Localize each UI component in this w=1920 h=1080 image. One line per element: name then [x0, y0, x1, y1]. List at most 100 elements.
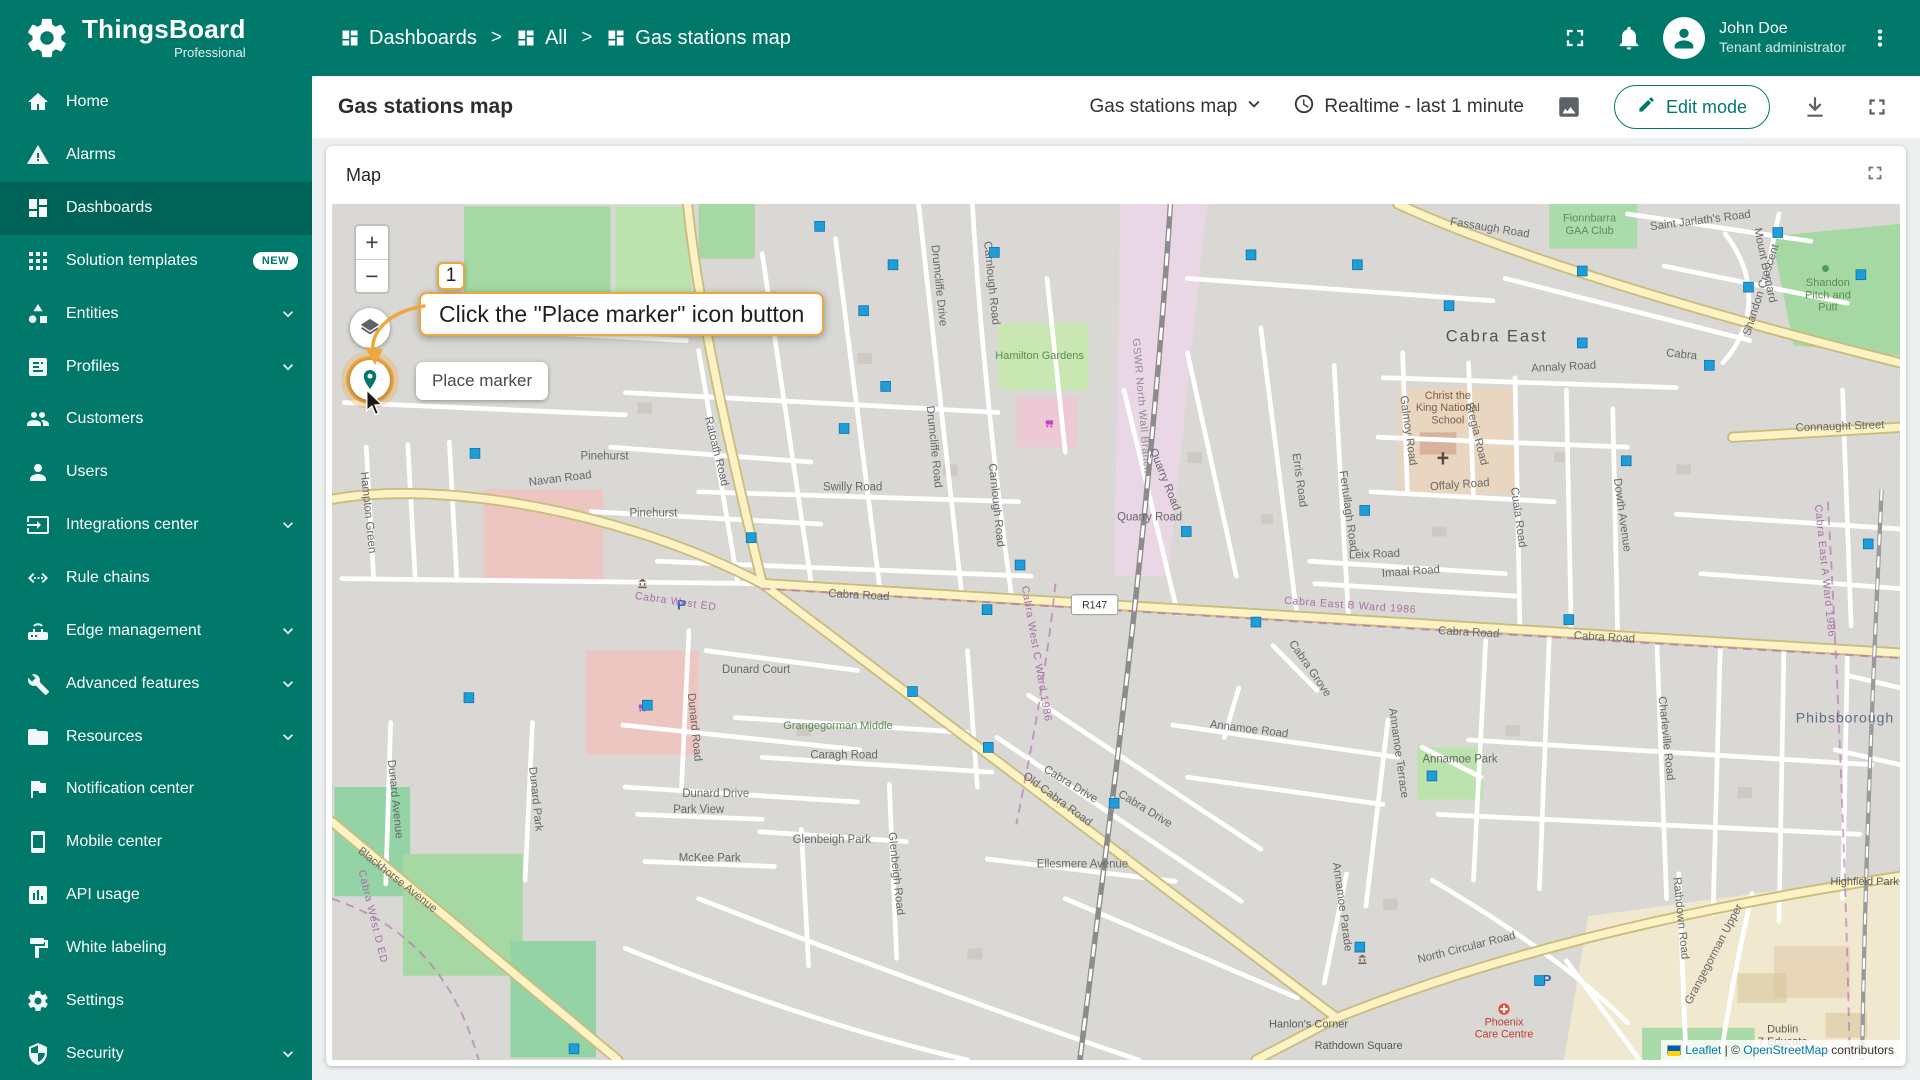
dashboard-image-button[interactable] — [1552, 90, 1586, 124]
user-avatar[interactable] — [1663, 17, 1706, 59]
gas-station-marker[interactable] — [981, 604, 993, 616]
sidebar-item-advanced-features[interactable]: Advanced features — [0, 657, 312, 710]
sidebar-item-rule-chains[interactable]: Rule chains — [0, 552, 312, 605]
gas-station-marker[interactable] — [1354, 941, 1366, 953]
gas-station-marker[interactable] — [568, 1043, 580, 1055]
chevron-icon — [283, 733, 293, 740]
gas-station-marker[interactable] — [989, 247, 1000, 258]
sidebar-item-edge-management[interactable]: Edge management — [0, 604, 312, 657]
download-icon — [1807, 97, 1823, 117]
openstreetmap-link[interactable]: OpenStreetMap — [1743, 1043, 1828, 1057]
gas-station-marker[interactable] — [1245, 249, 1257, 261]
gas-station-marker[interactable] — [1250, 616, 1262, 628]
gas-station-marker[interactable] — [1443, 300, 1455, 312]
gas-station-marker[interactable] — [1426, 770, 1438, 782]
sidebar-item-api-usage[interactable]: API usage — [0, 869, 312, 922]
widget-expand-button[interactable] — [1864, 162, 1886, 189]
chevron-down-icon — [1243, 93, 1265, 121]
map-label: Putt — [1818, 302, 1838, 314]
rulechains-icon — [28, 573, 48, 584]
dashboards-icon — [608, 30, 624, 46]
map-label: Highfield Park — [1830, 876, 1899, 888]
gas-station-marker[interactable] — [858, 305, 869, 317]
gas-station-marker[interactable] — [1352, 259, 1363, 271]
sidebar-item-security[interactable]: Security — [0, 1027, 312, 1080]
tutorial-step-badge: 1 — [437, 262, 465, 290]
sidebar-item-entities[interactable]: Entities — [0, 287, 312, 340]
dashboard-toolbar-actions: Gas stations map Realtime - last 1 minut… — [1090, 85, 1894, 129]
leaflet-link[interactable]: Leaflet — [1685, 1043, 1721, 1057]
brand-logo[interactable]: ThingsBoard Professional — [0, 15, 312, 61]
dashboard-state-select[interactable]: Gas stations map — [1090, 93, 1266, 121]
gas-station-marker[interactable] — [1359, 505, 1370, 516]
gas-station-marker[interactable] — [838, 423, 850, 434]
gas-station-marker[interactable] — [469, 448, 481, 459]
map-label: McKee Park — [679, 852, 741, 864]
gas-station-marker[interactable] — [1855, 269, 1867, 281]
map-label: Hamilton Gardens — [995, 350, 1084, 362]
ukraine-flag-icon — [1667, 1045, 1682, 1056]
gas-station-marker[interactable] — [1534, 975, 1545, 986]
medical-cross-icon — [1498, 1003, 1510, 1015]
sidebar-item-settings[interactable]: Settings — [0, 974, 312, 1027]
sidebar-item-alarms[interactable]: Alarms — [0, 129, 312, 182]
new-badge: NEW — [252, 251, 298, 270]
gas-station-marker[interactable] — [745, 532, 757, 544]
dashboards-icon — [29, 199, 47, 218]
gas-station-marker[interactable] — [1620, 455, 1632, 467]
breadcrumb-item-gas-stations-map[interactable]: Gas stations map — [606, 27, 791, 50]
kebab-icon — [1877, 29, 1883, 47]
gas-station-marker[interactable] — [1563, 614, 1575, 625]
zoom-in-button[interactable]: + — [356, 226, 388, 259]
gas-station-marker[interactable] — [1862, 538, 1874, 550]
more-menu-kebab-button[interactable] — [1860, 18, 1900, 58]
breadcrumb-item-all[interactable]: All — [516, 27, 567, 50]
gas-station-marker[interactable] — [880, 381, 891, 392]
sidebar-item-solution-templates[interactable]: Solution templates NEW — [0, 235, 312, 288]
sidebar-item-dashboards[interactable]: Dashboards — [0, 181, 312, 235]
sidebar-item-mobile-center[interactable]: Mobile center — [0, 816, 312, 869]
fullscreen-toggle-button[interactable] — [1555, 18, 1595, 58]
gas-station-marker[interactable] — [1576, 337, 1588, 349]
timewindow-button[interactable]: Realtime - last 1 minute — [1293, 93, 1524, 121]
breadcrumb-item-dashboards[interactable]: Dashboards — [340, 27, 477, 50]
breadcrumb-separator: > — [490, 27, 502, 48]
edit-mode-label: Edit mode — [1665, 96, 1747, 117]
map-label: Phibsborough — [1796, 710, 1894, 726]
mobile-icon — [31, 831, 45, 854]
download-button[interactable] — [1798, 90, 1832, 124]
topbar: ThingsBoard Professional Dashboards > All >… — [0, 0, 1920, 76]
gas-station-marker[interactable] — [1704, 359, 1715, 371]
sidebar-item-white-labeling[interactable]: White labeling — [0, 922, 312, 975]
gas-station-marker[interactable] — [1014, 559, 1026, 571]
gas-station-marker[interactable] — [1743, 281, 1754, 293]
notifications-bell-button[interactable] — [1609, 18, 1649, 58]
sidebar-item-notification-center[interactable]: Notification center — [0, 763, 312, 816]
zoom-out-button[interactable]: − — [356, 259, 388, 292]
timewindow-label: Realtime - last 1 minute — [1324, 96, 1524, 117]
map-label: Ellesmere Avenue — [1037, 859, 1128, 871]
dashboard-fullscreen-button[interactable] — [1860, 90, 1894, 124]
sidebar: Home Alarms Dashboards Solution templates NE… — [0, 76, 312, 1080]
gas-station-marker[interactable] — [1181, 526, 1192, 537]
sidebar-item-customers[interactable]: Customers — [0, 393, 312, 446]
sidebar-item-resources[interactable]: Resources — [0, 710, 312, 763]
gas-station-marker[interactable] — [1772, 227, 1784, 238]
gas-station-marker[interactable] — [983, 742, 994, 753]
sidebar-item-integrations-center[interactable]: Integrations center — [0, 499, 312, 552]
sidebar-item-users[interactable]: Users — [0, 446, 312, 499]
map-widget-title: Map — [346, 164, 382, 185]
sidebar-item-label: Home — [66, 93, 109, 111]
edit-mode-button[interactable]: Edit mode — [1613, 85, 1770, 129]
gas-station-marker[interactable] — [1108, 797, 1120, 809]
sidebar-item-home[interactable]: Home — [0, 76, 312, 129]
gas-station-marker[interactable] — [1576, 265, 1588, 277]
gas-station-marker[interactable] — [887, 259, 899, 271]
sidebar-item-profiles[interactable]: Profiles — [0, 340, 312, 393]
map-container[interactable]: PP Saint Jarlath's Road Fassaugh Road Moun… — [332, 204, 1900, 1060]
gas-station-marker[interactable] — [642, 699, 653, 711]
gas-station-marker[interactable] — [463, 692, 475, 704]
sidebar-item-label: Notification center — [66, 780, 195, 798]
gas-station-marker[interactable] — [907, 686, 918, 697]
gas-station-marker[interactable] — [814, 220, 825, 232]
